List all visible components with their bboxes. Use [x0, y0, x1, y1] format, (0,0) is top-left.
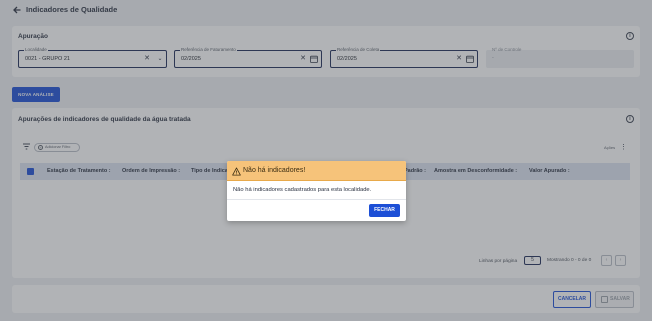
alert-message: Não há indicadores cadastrados para esta…	[233, 187, 372, 193]
warning-icon	[232, 167, 241, 176]
alert-header: Não há indicadores!	[227, 161, 406, 181]
alert-title: Não há indicadores!	[243, 167, 306, 174]
divider	[227, 199, 406, 200]
alert-dialog: Não há indicadores! Não há indicadores c…	[227, 161, 406, 221]
close-button[interactable]: FECHAR	[369, 204, 400, 217]
